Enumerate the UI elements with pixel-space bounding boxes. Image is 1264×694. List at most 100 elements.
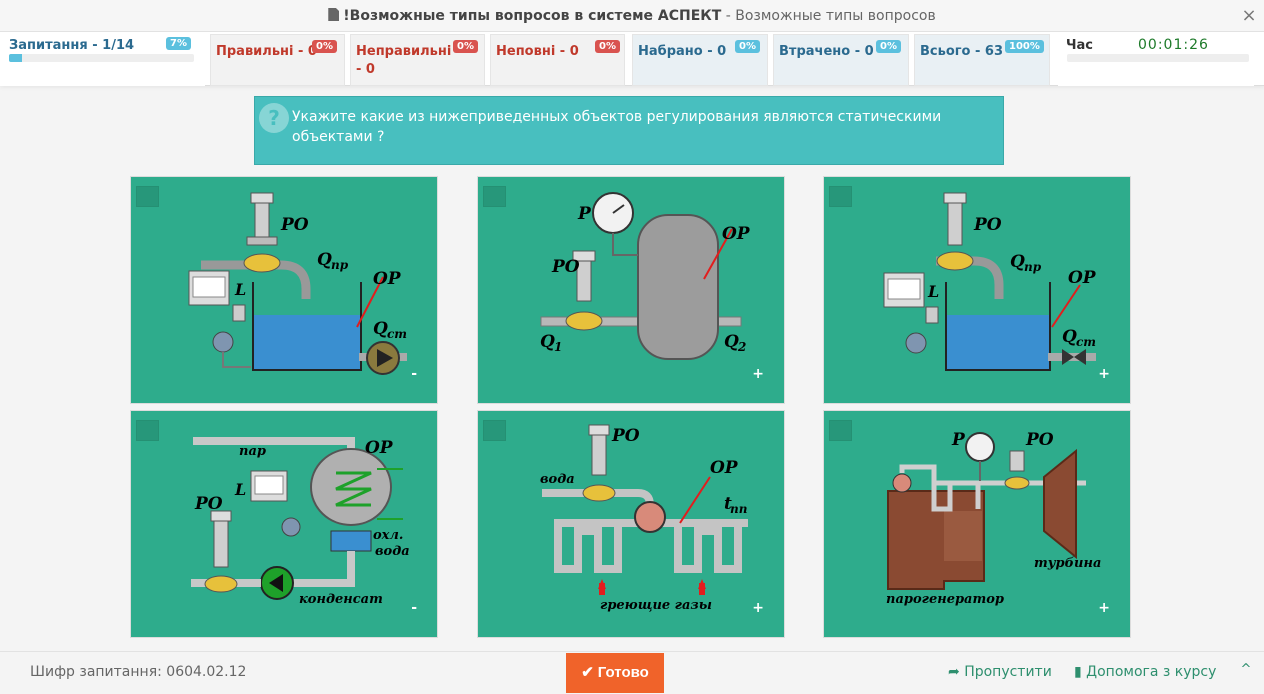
valve-body — [565, 311, 603, 331]
turbine — [1043, 448, 1077, 560]
footer-bar: Шифр запитання: 0604.02.12 ✔ Готово ➦ Про… — [0, 651, 1264, 694]
label-ro: РО — [973, 215, 1002, 235]
gas-arrow-right-shaft — [699, 583, 705, 595]
label-l: L — [234, 280, 246, 299]
skip-icon: ➦ — [948, 664, 960, 680]
stat-partial: Неповні - 0 0% — [490, 34, 625, 86]
test-window: !Возможные типы вопросов в системе АСПЕК… — [0, 0, 1264, 694]
level-gauge-screen — [887, 278, 921, 300]
label-l: L — [927, 282, 939, 301]
answer-option-3[interactable]: РО Q пр ОР L Q ст + — [823, 176, 1131, 404]
expand-button-3[interactable]: + — [1098, 367, 1110, 381]
valve-body — [243, 253, 281, 273]
label-q2-sub: 2 — [737, 340, 746, 354]
label-q1: Q — [540, 332, 555, 352]
level-gauge-screen — [254, 475, 284, 495]
timer-label: Час — [1066, 38, 1093, 53]
label-ro: РО — [280, 215, 309, 235]
label-q-out-sub: ст — [1076, 335, 1096, 349]
transmitter — [212, 331, 234, 353]
label-steam-generator: парогенератор — [886, 592, 1004, 607]
answer-option-6[interactable]: P РО турбина парогенератор + — [823, 410, 1131, 638]
drum-head — [892, 473, 912, 493]
label-q: Q — [317, 250, 332, 270]
answer-option-2[interactable]: P РО ОР Q 1 Q 2 + — [477, 176, 785, 404]
valve-actuator — [213, 520, 229, 568]
valve-body — [204, 575, 238, 593]
label-water: вода — [540, 472, 575, 487]
stat-scored: Набрано - 0 0% — [632, 34, 768, 86]
option-checkbox-1[interactable] — [136, 186, 159, 207]
stat-partial-badge: 0% — [595, 40, 620, 53]
expand-button-2[interactable]: + — [752, 367, 764, 381]
expand-button-4[interactable]: - — [411, 601, 417, 615]
expand-button-6[interactable]: + — [1098, 601, 1110, 615]
question-progress-badge: 7% — [166, 37, 191, 50]
label-q: Q — [1010, 252, 1025, 272]
label-ro: РО — [1025, 430, 1054, 450]
label-ro: РО — [611, 426, 640, 446]
close-button[interactable]: × — [1239, 4, 1259, 28]
option-checkbox-3[interactable] — [829, 186, 852, 207]
option-checkbox-6[interactable] — [829, 420, 852, 441]
transmitter — [905, 332, 927, 354]
answer-option-4[interactable]: пар ОР L РО охл. вода конденсат - — [130, 410, 438, 638]
option-checkbox-2[interactable] — [483, 186, 506, 207]
level-sensor — [232, 304, 246, 322]
label-op: ОР — [365, 438, 394, 458]
label-t-sub: пп — [730, 502, 747, 516]
tank-water — [254, 315, 360, 369]
label-op: ОР — [710, 458, 739, 478]
stat-scored-badge: 0% — [735, 40, 760, 53]
diagram-condenser: пар ОР L РО охл. вода конденсат — [191, 437, 410, 607]
stat-total-label: Всього - 63 — [920, 44, 1004, 59]
label-condensate: конденсат — [299, 592, 383, 607]
answer-option-5[interactable]: РО вода ОР t пп греющие газы + — [477, 410, 785, 638]
stat-correct: Правильні - 0 0% — [210, 34, 345, 86]
diagram-vessel: P РО ОР Q 1 Q 2 — [540, 192, 751, 360]
valve-yoke — [246, 236, 278, 246]
question-progress-label: Запитання - 1/14 — [9, 38, 135, 53]
label-l: L — [234, 480, 246, 499]
valve-body — [582, 484, 616, 502]
skip-link[interactable]: ➦ Пропустити — [948, 664, 1052, 680]
question-cipher: Шифр запитання: 0604.02.12 — [30, 664, 247, 680]
ready-button-label: Готово — [597, 664, 649, 681]
answer-option-1[interactable]: РО Q пр ОР L Q ст - — [130, 176, 438, 404]
stat-lost: Втрачено - 0 0% — [773, 34, 909, 86]
label-q-sub: пр — [1024, 260, 1042, 274]
label-water: вода — [375, 544, 410, 559]
outflow-valve — [1062, 349, 1086, 365]
gauge-line — [612, 233, 638, 256]
tank-water — [947, 315, 1049, 369]
question-icon: ? — [259, 103, 289, 133]
option-checkbox-4[interactable] — [136, 420, 159, 441]
label-op: ОР — [1068, 268, 1097, 288]
generator-drum — [944, 511, 982, 561]
expand-button-1[interactable]: - — [411, 367, 417, 381]
chevron-up-icon[interactable]: ^ — [1238, 662, 1254, 677]
label-q1-sub: 1 — [554, 340, 562, 354]
level-gauge-screen — [192, 276, 226, 298]
expand-button-5[interactable]: + — [752, 601, 764, 615]
skip-link-label: Пропустити — [964, 664, 1052, 680]
stat-wrong-badge: 0% — [453, 40, 478, 53]
desuperheater — [634, 501, 666, 533]
stat-lost-label: Втрачено - 0 — [779, 44, 874, 59]
diagram-tank-valve: РО Q пр ОР L Q ст — [883, 192, 1097, 371]
ready-button[interactable]: ✔ Готово — [566, 653, 664, 693]
valve-actuator — [947, 202, 963, 246]
stat-partial-label: Неповні - 0 — [496, 44, 579, 59]
option-checkbox-5[interactable] — [483, 420, 506, 441]
stats-bar: Запитання - 1/14 7% Правильні - 0 0% Неп… — [0, 32, 1264, 86]
question-progress: Запитання - 1/14 7% — [0, 32, 205, 86]
course-help-label: Допомога з курсу — [1086, 664, 1217, 680]
valve-actuator — [1009, 450, 1025, 472]
label-q-out-sub: ст — [387, 327, 407, 341]
label-q2: Q — [724, 332, 739, 352]
course-help-link[interactable]: ▮ Допомога з курсу — [1074, 664, 1216, 680]
level-sensor — [925, 306, 939, 324]
timer-value: 00:01:26 — [1138, 37, 1209, 53]
stat-wrong-label: Неправильні - 0 — [356, 44, 452, 77]
diagram-tank-pump: РО Q пр ОР L Q ст — [188, 192, 407, 375]
